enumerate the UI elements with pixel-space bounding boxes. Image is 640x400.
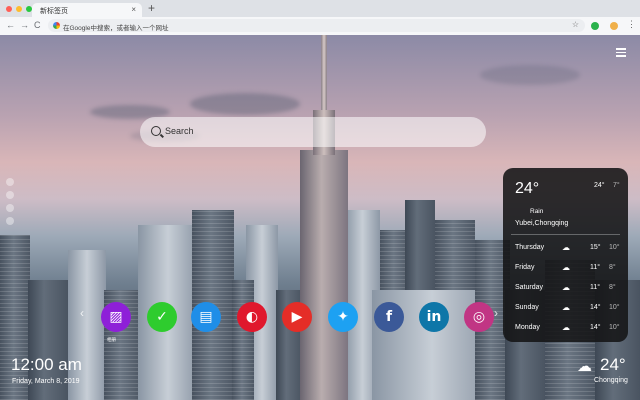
forecast-high: 11°	[590, 264, 601, 271]
forecast-row: Saturday ☁ 11° 8°	[515, 283, 623, 298]
forward-button[interactable]: →	[20, 20, 29, 30]
app-label: 相册	[107, 337, 116, 342]
forecast-day: Monday	[515, 324, 540, 331]
forecast-row: Monday ☁ 14° 10°	[515, 323, 623, 338]
tab-new-tab[interactable]: 新标签页 ×	[32, 3, 142, 17]
forecast-high: 15°	[590, 244, 601, 251]
dock-prev-arrow-icon[interactable]: ‹	[80, 306, 84, 320]
dock-next-arrow-icon[interactable]: ›	[494, 306, 498, 320]
google-icon	[53, 22, 60, 29]
forecast-high: 11°	[590, 284, 601, 291]
forecast-row: Friday ☁ 11° 8°	[515, 263, 623, 278]
bookmark-star-icon[interactable]: ☆	[572, 20, 579, 29]
clock-date: Friday, March 8, 2019	[12, 378, 80, 385]
app-tasks-icon[interactable]: ✓	[147, 302, 177, 332]
sidebar-shortcuts	[6, 178, 14, 230]
browser-chrome: 新标签页 × + ← → C 在Google中搜索，或者输入一个网址 ☆ ⋮	[0, 0, 640, 36]
back-button[interactable]: ←	[6, 20, 15, 30]
bottom-weather-temp[interactable]: 24°	[600, 355, 626, 375]
forecast-high: 14°	[590, 324, 601, 331]
weather-location: Yubei,Chongqing	[515, 220, 569, 227]
search-placeholder: Search	[165, 126, 194, 136]
forecast-low: 10°	[609, 244, 620, 251]
app-news-icon[interactable]: ▤	[191, 302, 221, 332]
bottom-weather-location: Chongqing	[594, 377, 628, 384]
weather-condition: Rain	[530, 208, 544, 215]
forecast-low: 8°	[609, 264, 616, 271]
search-icon	[151, 126, 161, 136]
forecast-day: Thursday	[515, 244, 545, 251]
profile-avatar[interactable]	[610, 22, 618, 30]
cloud-icon: ☁	[562, 283, 570, 292]
tab-strip: 新标签页 × +	[0, 0, 640, 17]
window-controls	[6, 6, 32, 12]
forecast-low: 10°	[609, 304, 620, 311]
cloud-icon: ☁	[562, 243, 570, 252]
forecast-day: Friday	[515, 264, 535, 271]
forecast-row: Sunday ☁ 14° 10°	[515, 303, 623, 318]
forecast-low: 10°	[609, 324, 620, 331]
sidebar-shortcut-icon[interactable]	[6, 178, 14, 186]
reload-button[interactable]: C	[34, 20, 41, 30]
instagram-icon[interactable]: ◎	[464, 302, 494, 332]
sidebar-shortcut-icon[interactable]	[6, 217, 14, 225]
forecast-day: Sunday	[515, 304, 539, 311]
sidebar-shortcut-icon[interactable]	[6, 191, 14, 199]
divider	[511, 234, 620, 235]
twitter-icon[interactable]: ✦	[328, 302, 358, 332]
sidebar-shortcut-icon[interactable]	[6, 204, 14, 212]
weather-current-temp: 24°	[515, 180, 540, 197]
app-game-icon[interactable]: ◐	[237, 302, 267, 332]
weather-widget[interactable]: 24° 24° 7° Rain Yubei,Chongqing Thursday…	[503, 168, 628, 342]
tab-title: 新标签页	[40, 8, 68, 15]
close-window-button[interactable]	[6, 6, 12, 12]
weather-high: 24°	[594, 182, 605, 189]
cloud-icon: ☁	[562, 303, 570, 312]
new-tab-button[interactable]: +	[148, 1, 155, 15]
toolbar: ← → C 在Google中搜索，或者输入一个网址 ☆	[0, 17, 640, 36]
extension-icon[interactable]	[591, 22, 599, 30]
linkedin-icon[interactable]: in	[419, 302, 449, 332]
cloud-icon: ☁	[577, 358, 592, 375]
weather-low: 7°	[613, 182, 620, 189]
forecast-low: 8°	[609, 284, 616, 291]
tab-close-icon[interactable]: ×	[131, 5, 136, 14]
forecast-row: Thursday ☁ 15° 10°	[515, 243, 623, 258]
address-placeholder: 在Google中搜索，或者输入一个网址	[63, 25, 169, 32]
browser-menu-button[interactable]: ⋮	[627, 19, 636, 30]
cloud-icon: ☁	[562, 323, 570, 332]
address-bar[interactable]: 在Google中搜索，或者输入一个网址 ☆	[48, 19, 585, 32]
settings-menu-icon[interactable]	[616, 48, 626, 59]
app-gallery-icon[interactable]: ▨	[101, 302, 131, 332]
skyscraper-image	[300, 150, 348, 400]
youtube-icon[interactable]: ▶	[282, 302, 312, 332]
minimize-window-button[interactable]	[16, 6, 22, 12]
facebook-icon[interactable]: f	[374, 302, 404, 332]
clock-time: 12:00 am	[11, 355, 82, 374]
cloud-icon: ☁	[562, 263, 570, 272]
search-box[interactable]: Search	[140, 117, 486, 147]
forecast-day: Saturday	[515, 284, 544, 291]
forecast-high: 14°	[590, 304, 601, 311]
